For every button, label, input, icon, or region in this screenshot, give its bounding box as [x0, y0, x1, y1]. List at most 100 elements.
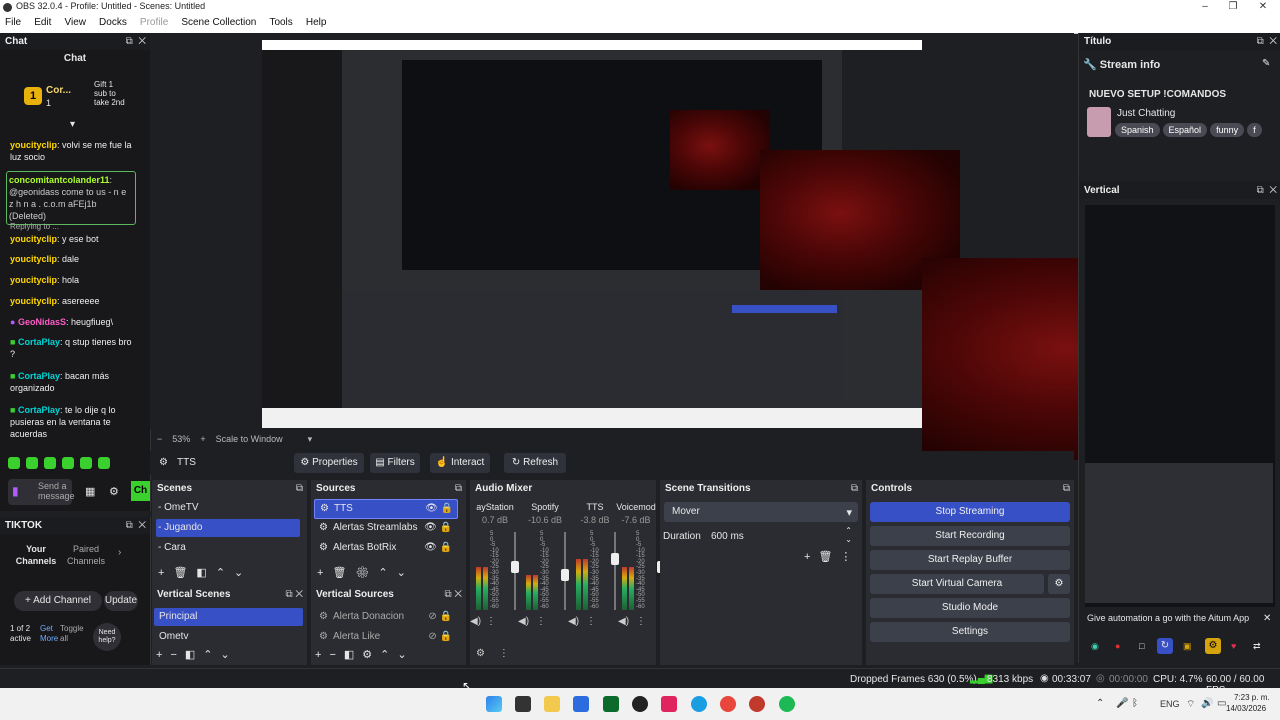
stop-streaming-button[interactable]: Stop Streaming: [870, 502, 1070, 522]
scene-item[interactable]: - OmeTV: [156, 499, 300, 517]
settings-gear-icon[interactable]: ⚙: [109, 485, 119, 498]
remove-icon[interactable]: −: [170, 649, 184, 661]
emote-icon[interactable]: [62, 457, 74, 469]
add-icon[interactable]: +: [804, 551, 818, 563]
menu-tools[interactable]: Tools: [264, 15, 297, 28]
transition-select[interactable]: Mover ▾: [664, 502, 858, 522]
get-more-link[interactable]: Get More: [40, 624, 62, 644]
float-icon[interactable]: ⧉: [126, 36, 133, 47]
tab-your-channels[interactable]: Your Channels: [14, 543, 58, 567]
app-icon[interactable]: [749, 696, 765, 712]
close-icon[interactable]: ✕: [1263, 613, 1271, 624]
menu-icon[interactable]: ⋮: [636, 616, 646, 627]
store-icon[interactable]: [573, 696, 589, 712]
tab-paired-channels[interactable]: Paired Channels: [64, 543, 108, 567]
move-down-icon[interactable]: ⌄: [234, 567, 252, 579]
filter-icon[interactable]: ◧: [196, 567, 215, 579]
move-down-icon[interactable]: ⌄: [397, 567, 415, 579]
start-replay-buffer-button[interactable]: Start Replay Buffer: [870, 550, 1070, 570]
task-view-icon[interactable]: [515, 696, 531, 712]
heart-icon[interactable]: ♥: [1231, 641, 1236, 651]
float-icon[interactable]: ⧉: [1257, 185, 1264, 196]
emote-icon[interactable]: [8, 457, 20, 469]
edit-pencil-icon[interactable]: ✎: [1262, 58, 1270, 69]
start-recording-button[interactable]: Start Recording: [870, 526, 1070, 546]
scale-mode-select[interactable]: Scale to Window: [216, 434, 283, 444]
menu-view[interactable]: View: [59, 15, 91, 28]
zoom-in-icon[interactable]: +: [200, 434, 205, 444]
bluetooth-icon[interactable]: ᛒ: [1132, 698, 1138, 709]
visibility-lock-icons[interactable]: 👁 🔒: [424, 519, 452, 537]
properties-button[interactable]: ⚙ Properties: [294, 453, 364, 473]
trash-icon[interactable]: 🗑: [332, 567, 355, 579]
volume-fader[interactable]: [614, 532, 616, 610]
windows-start-icon[interactable]: [486, 696, 502, 712]
gear-icon[interactable]: ⚙: [1205, 638, 1221, 654]
move-up-icon[interactable]: ⌃: [203, 649, 220, 661]
add-icon[interactable]: +: [315, 649, 329, 661]
start-virtual-camera-button[interactable]: Start Virtual Camera: [870, 574, 1044, 594]
edge-icon[interactable]: [691, 696, 707, 712]
remove-icon[interactable]: −: [329, 649, 343, 661]
need-help-button[interactable]: Need help?: [93, 623, 121, 651]
file-explorer-icon[interactable]: [544, 696, 560, 712]
close-dock-icon[interactable]: ✕: [138, 520, 146, 531]
studio-mode-button[interactable]: Studio Mode: [870, 598, 1070, 618]
float-icon[interactable]: ⧉: [1063, 480, 1070, 497]
close-dock-icon[interactable]: ✕: [1269, 36, 1277, 47]
visibility-lock-icons[interactable]: ⊘ 🔒: [428, 608, 452, 626]
visibility-lock-icons[interactable]: ⊘ 🔒: [428, 628, 452, 646]
vertical-source-item[interactable]: ⚙ Alerta Donacion ⊘ 🔒: [314, 608, 456, 626]
chevron-right-icon[interactable]: ›: [118, 547, 121, 558]
mute-icon[interactable]: ◀): [618, 616, 629, 627]
maximize-button[interactable]: ❐: [1218, 0, 1248, 15]
close-button[interactable]: ✕: [1248, 0, 1278, 15]
menu-help[interactable]: Help: [301, 15, 332, 28]
source-item[interactable]: ⚙ Alertas BotRix 👁 🔒: [314, 539, 456, 557]
link-icon[interactable]: ⇄: [1253, 641, 1261, 652]
gear-icon[interactable]: ⚙: [362, 649, 380, 661]
menu-scene-collection[interactable]: Scene Collection: [176, 15, 261, 28]
visibility-lock-icons[interactable]: 👁 🔒: [425, 500, 453, 518]
menu-icon[interactable]: ⋮: [486, 616, 496, 627]
sync-icon[interactable]: ↻: [1157, 638, 1173, 654]
square-icon[interactable]: □: [1139, 641, 1144, 651]
float-icon[interactable]: ⧉: [851, 480, 858, 497]
move-up-icon[interactable]: ⌃: [378, 567, 396, 579]
network-icon[interactable]: ⌔: [1186, 698, 1195, 711]
float-icon[interactable]: ⧉: [296, 480, 303, 497]
terminal-icon[interactable]: [603, 696, 619, 712]
menu-icon[interactable]: ⋮: [586, 616, 596, 627]
float-icon[interactable]: ⧉: [126, 520, 133, 531]
emote-icon[interactable]: [26, 457, 38, 469]
update-button[interactable]: Update: [104, 591, 138, 611]
mixer-settings-icon[interactable]: ⚙: [476, 648, 485, 659]
mic-tray-icon[interactable]: 🎤: [1116, 698, 1128, 709]
menu-docks[interactable]: Docks: [94, 15, 132, 28]
source-item[interactable]: ⚙ Alertas Streamlabs 👁 🔒: [314, 519, 456, 537]
chevron-up-icon[interactable]: ⌃: [1096, 698, 1104, 709]
emote-icon[interactable]: [98, 457, 110, 469]
float-icon[interactable]: ⧉ ✕: [285, 586, 303, 603]
vertical-scene-item[interactable]: Ometv: [154, 628, 303, 646]
trash-icon[interactable]: 🗑: [173, 567, 196, 579]
folder-icon[interactable]: ▣: [1183, 641, 1192, 652]
add-channel-button[interactable]: + Add Channel: [14, 591, 102, 611]
chevron-down-icon[interactable]: ▾: [70, 119, 75, 130]
float-icon[interactable]: ⧉ ✕: [444, 586, 462, 603]
emote-icon[interactable]: [44, 457, 56, 469]
virtual-camera-settings-gear-icon[interactable]: ⚙: [1048, 574, 1070, 594]
zoom-out-icon[interactable]: −: [157, 434, 162, 444]
language-indicator[interactable]: ENG: [1160, 699, 1180, 709]
spotify-icon[interactable]: [779, 696, 795, 712]
source-item-selected[interactable]: ⚙ TTS 👁 🔒: [314, 499, 458, 519]
chat-send-button[interactable]: Ch: [131, 481, 150, 501]
volume-fader-knob[interactable]: [511, 561, 519, 574]
volume-fader-knob[interactable]: [561, 568, 569, 581]
refresh-button[interactable]: ↻ Refresh: [504, 453, 566, 473]
menu-profile[interactable]: Profile: [135, 15, 173, 28]
chat-input[interactable]: ▮ Send a message: [8, 479, 75, 505]
clock-date[interactable]: 14/03/2026: [1226, 704, 1266, 713]
mute-icon[interactable]: ◀): [568, 616, 579, 627]
float-icon[interactable]: ⧉: [1257, 36, 1264, 47]
